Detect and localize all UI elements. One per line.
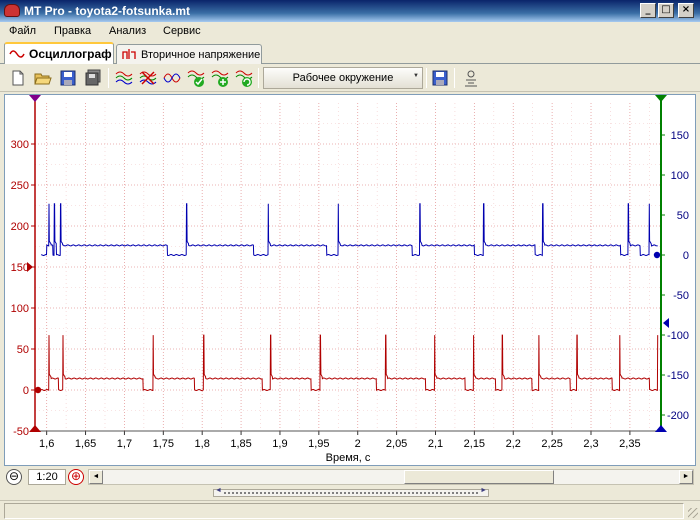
series-cursor-dot-1 xyxy=(34,386,42,394)
channels-icon[interactable] xyxy=(114,68,134,88)
channel-add-icon[interactable] xyxy=(210,68,230,88)
x-tick-label: 2,35 xyxy=(619,438,640,450)
right-bottom-marker-icon xyxy=(655,425,667,432)
left-tick-label: 100 xyxy=(11,303,29,315)
tab-label: Вторичное напряжение xyxy=(141,49,261,61)
left-tick-label: 250 xyxy=(11,180,29,192)
title-bar: MT Pro - toyota2-fotsunka.mt _ □ × xyxy=(0,0,700,22)
x-tick-label: 2,25 xyxy=(541,438,562,450)
right-level-marker-icon xyxy=(663,318,669,328)
channel-link-icon[interactable] xyxy=(162,68,182,88)
right-tick-label: 150 xyxy=(671,130,689,142)
zoom-out-button[interactable]: ⊖ xyxy=(6,469,22,485)
status-panel xyxy=(4,503,684,519)
right-tick-label: -150 xyxy=(667,370,689,382)
environment-dropdown[interactable]: Рабочее окружение ▼ xyxy=(263,67,423,89)
tab-label: Осциллограф xyxy=(29,47,112,61)
new-file-icon[interactable] xyxy=(8,68,28,88)
window-title: MT Pro - toyota2-fotsunka.mt xyxy=(24,4,191,18)
minimize-button[interactable]: _ xyxy=(640,3,656,18)
save-all-icon[interactable] xyxy=(83,68,103,88)
right-tick-label: -200 xyxy=(667,410,689,422)
left-tick-label: 50 xyxy=(17,344,29,356)
waveform-chart[interactable]: -500501001502002503001,6 1,65 1,7 1,75 1,8 1,… xyxy=(5,95,695,465)
zoom-level: 1:20 xyxy=(28,469,66,485)
environment-label: Рабочее окружение xyxy=(292,72,394,84)
menu-bar: Файл Правка Анализ Сервис xyxy=(0,22,700,42)
waveform-series-2 xyxy=(41,203,658,257)
scroll-left-arrow[interactable]: ◄ xyxy=(89,470,103,484)
left-tick-label: 200 xyxy=(11,221,29,233)
scroll-right-arrow[interactable]: ► xyxy=(679,470,693,484)
right-tick-label: 100 xyxy=(671,170,689,182)
left-tick-label: 300 xyxy=(11,139,29,151)
splitter-right-arrow[interactable]: ► xyxy=(480,487,487,494)
splitter-left-arrow[interactable]: ◄ xyxy=(215,487,222,494)
car-logo-icon xyxy=(4,4,20,17)
status-bar xyxy=(0,500,700,520)
sine-wave-icon xyxy=(9,48,25,60)
left-trigger-marker-icon xyxy=(29,95,41,102)
resize-grip-icon[interactable] xyxy=(688,508,698,518)
x-tick-label: 1,8 xyxy=(195,438,210,450)
x-tick-label: 2,05 xyxy=(386,438,407,450)
maximize-button[interactable]: □ xyxy=(658,3,674,18)
menu-edit[interactable]: Правка xyxy=(54,25,91,37)
channel-ok-icon[interactable] xyxy=(186,68,206,88)
waveform-series-1 xyxy=(41,334,659,392)
right-tick-label: 50 xyxy=(677,210,689,222)
menu-service[interactable]: Сервис xyxy=(163,25,201,37)
left-level-marker-icon xyxy=(27,262,33,272)
ignition-icon xyxy=(121,48,137,60)
tab-strip: Осциллограф Вторичное напряжение xyxy=(0,42,700,65)
left-tick-label: 150 xyxy=(11,262,29,274)
x-tick-label: 1,9 xyxy=(272,438,287,450)
menu-file[interactable]: Файл xyxy=(9,25,36,37)
x-tick-label: 2,15 xyxy=(464,438,485,450)
toolbar: Рабочее окружение ▼ xyxy=(0,64,700,92)
x-tick-label: 1,95 xyxy=(308,438,329,450)
left-tick-label: -50 xyxy=(13,426,29,438)
channel-refresh-icon[interactable] xyxy=(234,68,254,88)
x-tick-label: 1,85 xyxy=(230,438,251,450)
x-tick-label: 1,65 xyxy=(75,438,96,450)
left-bottom-marker-icon xyxy=(29,425,41,432)
dropdown-arrow-icon: ▼ xyxy=(413,73,419,79)
tab-oscilloscope[interactable]: Осциллограф xyxy=(4,42,114,65)
oscilloscope-plot[interactable]: -50 0 50 100 150 200 250 300 1,6 1,65 1,7 1,75 1,8 1,… xyxy=(4,94,696,466)
x-tick-label: 2,1 xyxy=(428,438,443,450)
export-icon[interactable] xyxy=(461,68,481,88)
time-navigation-bar: ⊖ 1:20 ⊕ ◄ ► xyxy=(4,468,696,486)
save-icon[interactable] xyxy=(58,68,78,88)
x-tick-label: 1,75 xyxy=(153,438,174,450)
tab-secondary-voltage[interactable]: Вторичное напряжение xyxy=(116,44,262,64)
right-tick-label: -100 xyxy=(667,330,689,342)
time-scrollbar[interactable]: ◄ ► xyxy=(88,469,694,485)
series-cursor-dot-2 xyxy=(653,251,661,259)
save-environment-icon[interactable] xyxy=(430,68,450,88)
panel-splitter[interactable]: ◄ ► xyxy=(213,487,489,497)
zoom-in-button[interactable]: ⊕ xyxy=(68,469,84,485)
close-button[interactable]: × xyxy=(678,3,694,18)
x-tick-label: 2 xyxy=(355,438,361,450)
right-tick-label: 0 xyxy=(683,250,689,262)
open-folder-icon[interactable] xyxy=(33,68,53,88)
x-tick-label: 2,2 xyxy=(506,438,521,450)
menu-analysis[interactable]: Анализ xyxy=(109,25,146,37)
x-tick-label: 2,3 xyxy=(583,438,598,450)
x-axis-label: Время, с xyxy=(326,452,371,464)
right-trigger-marker-icon xyxy=(655,95,667,102)
x-tick-label: 1,6 xyxy=(39,438,54,450)
channels-off-icon[interactable] xyxy=(138,68,158,88)
right-tick-label: -50 xyxy=(673,290,689,302)
scroll-thumb[interactable] xyxy=(404,470,554,484)
x-tick-label: 1,7 xyxy=(117,438,132,450)
left-tick-label: 0 xyxy=(23,385,29,397)
